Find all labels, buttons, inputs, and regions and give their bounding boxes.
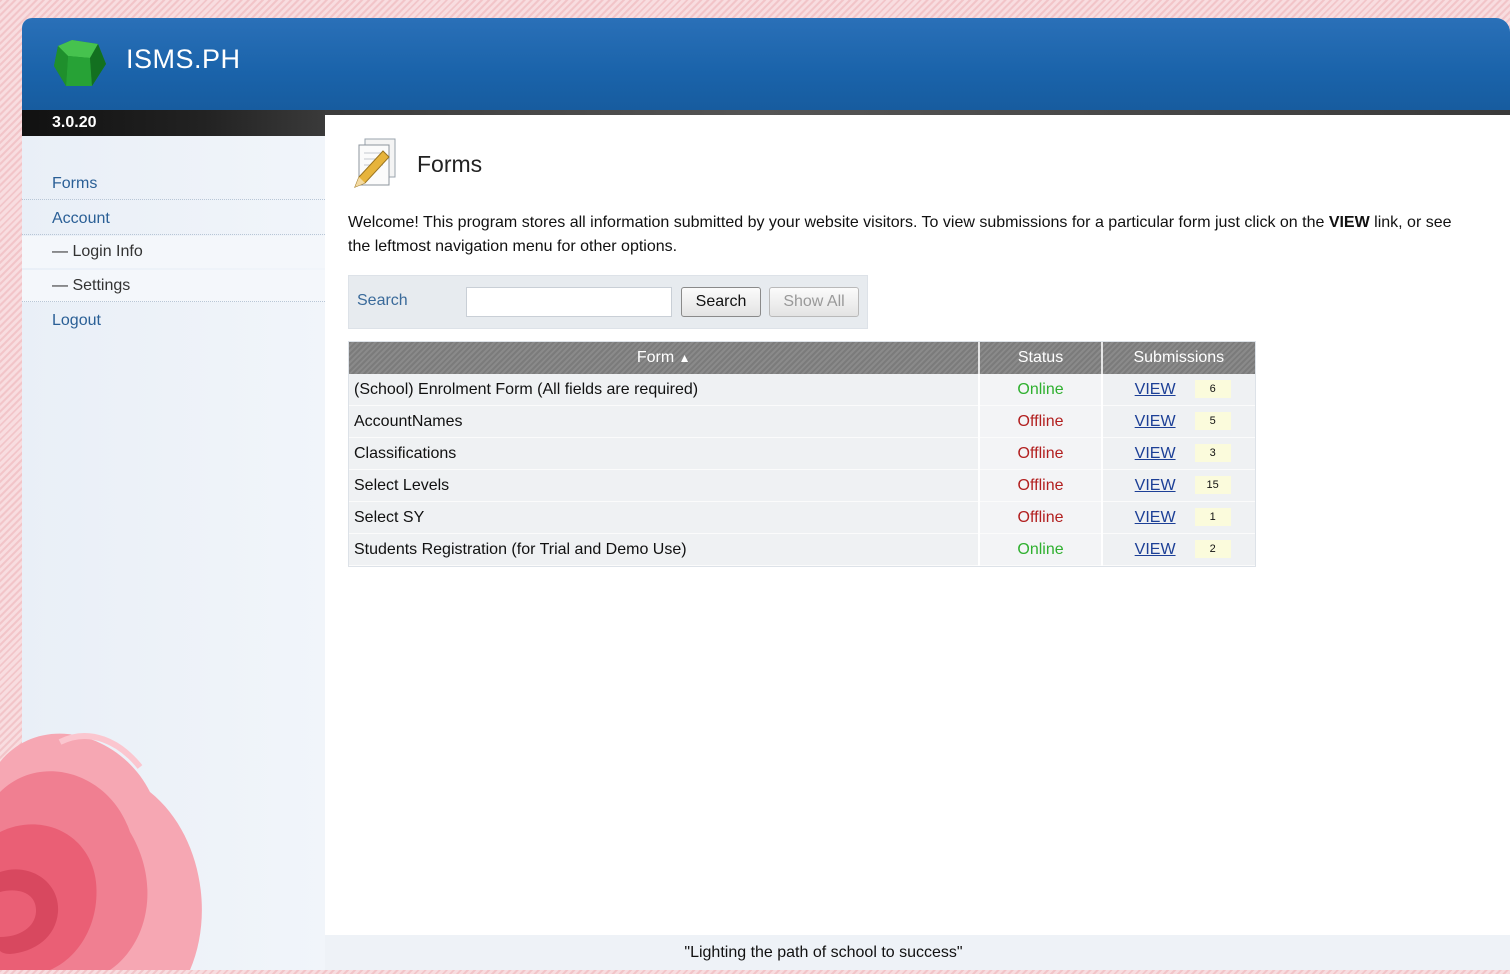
submissions-cell: VIEW 1 bbox=[1101, 501, 1255, 534]
intro-text-start: Welcome! This program stores all informa… bbox=[348, 214, 1329, 231]
table-row: AccountNames Offline VIEW 5 bbox=[349, 405, 1255, 438]
search-panel: Search Search Show All bbox=[348, 275, 868, 329]
sidebar-item-label: Login Info bbox=[72, 243, 143, 260]
sidebar-item-settings[interactable]: — Settings bbox=[22, 270, 325, 302]
dash-icon: — bbox=[52, 243, 73, 260]
status-offline: Offline bbox=[978, 501, 1103, 534]
view-link[interactable]: VIEW bbox=[1135, 509, 1176, 527]
search-button[interactable]: Search bbox=[681, 287, 761, 317]
forms-table: Form ▲ Status Submissions (School) Enrol… bbox=[348, 341, 1256, 567]
status-offline: Offline bbox=[978, 469, 1103, 502]
status-online: Online bbox=[978, 533, 1103, 566]
rose-decoration-icon bbox=[0, 722, 210, 970]
sidebar-item-account[interactable]: Account bbox=[22, 203, 325, 235]
column-header-form[interactable]: Form ▲ bbox=[349, 342, 981, 374]
sort-ascending-icon: ▲ bbox=[678, 351, 691, 365]
sidebar-item-login-info[interactable]: — Login Info bbox=[22, 236, 325, 268]
submission-count-badge: 5 bbox=[1194, 412, 1231, 431]
table-row: (School) Enrolment Form (All fields are … bbox=[349, 374, 1255, 406]
page-title: Forms bbox=[417, 151, 483, 177]
form-name-cell: Classifications bbox=[349, 437, 980, 470]
status-offline: Offline bbox=[978, 437, 1103, 470]
submissions-cell: VIEW 2 bbox=[1101, 533, 1255, 566]
footer: "Lighting the path of school to success" bbox=[325, 935, 1510, 970]
submissions-cell: VIEW 6 bbox=[1101, 374, 1255, 406]
form-name-cell: Select SY bbox=[349, 501, 980, 534]
search-input[interactable] bbox=[466, 287, 672, 317]
view-link[interactable]: VIEW bbox=[1135, 413, 1176, 431]
column-header-submissions[interactable]: Submissions bbox=[1101, 342, 1255, 374]
header-banner: ISMS.PH bbox=[22, 18, 1510, 110]
status-offline: Offline bbox=[978, 405, 1103, 438]
view-link[interactable]: VIEW bbox=[1135, 477, 1176, 495]
form-name-cell: Select Levels bbox=[349, 469, 980, 502]
search-label: Search bbox=[357, 292, 408, 309]
table-row: Select Levels Offline VIEW 15 bbox=[349, 469, 1255, 502]
submissions-cell: VIEW 3 bbox=[1101, 437, 1255, 470]
submissions-cell: VIEW 15 bbox=[1101, 469, 1255, 502]
column-header-form-label: Form bbox=[636, 349, 675, 366]
view-link[interactable]: VIEW bbox=[1135, 445, 1176, 463]
submission-count-badge: 2 bbox=[1194, 540, 1231, 559]
sidebar-item-logout[interactable]: Logout bbox=[22, 305, 325, 337]
dash-icon: — bbox=[52, 277, 73, 294]
intro-view-keyword: VIEW bbox=[1328, 214, 1370, 231]
status-online: Online bbox=[978, 374, 1103, 406]
view-link[interactable]: VIEW bbox=[1135, 381, 1176, 399]
forms-page-icon bbox=[349, 137, 405, 193]
intro-text: Welcome! This program stores all informa… bbox=[348, 211, 1468, 259]
table-row: Classifications Offline VIEW 3 bbox=[349, 437, 1255, 470]
sidebar-item-forms[interactable]: Forms bbox=[22, 168, 325, 200]
form-name-cell: (School) Enrolment Form (All fields are … bbox=[349, 374, 980, 406]
footer-tagline: "Lighting the path of school to success" bbox=[684, 944, 963, 961]
table-row: Select SY Offline VIEW 1 bbox=[349, 501, 1255, 534]
main-content: Forms Welcome! This program stores all i… bbox=[325, 115, 1510, 935]
column-header-status[interactable]: Status bbox=[979, 342, 1103, 374]
view-link[interactable]: VIEW bbox=[1135, 541, 1176, 559]
table-row: Students Registration (for Trial and Dem… bbox=[349, 533, 1255, 566]
submission-count-badge: 1 bbox=[1194, 508, 1231, 527]
form-name-cell: AccountNames bbox=[349, 405, 980, 438]
app-window: ISMS.PH 3.0.20 Forms Account — Login Inf… bbox=[22, 18, 1510, 970]
version-bar: 3.0.20 bbox=[22, 110, 325, 136]
submission-count-badge: 15 bbox=[1194, 476, 1231, 495]
logo-icon bbox=[50, 38, 110, 90]
app-title: ISMS.PH bbox=[126, 44, 241, 74]
table-header-row: Form ▲ Status Submissions bbox=[349, 342, 1255, 374]
submission-count-badge: 6 bbox=[1194, 380, 1231, 399]
sidebar-item-label: Settings bbox=[72, 277, 131, 294]
submission-count-badge: 3 bbox=[1194, 444, 1231, 463]
version-label: 3.0.20 bbox=[52, 114, 97, 131]
submissions-cell: VIEW 5 bbox=[1101, 405, 1255, 438]
show-all-button[interactable]: Show All bbox=[769, 287, 859, 317]
form-name-cell: Students Registration (for Trial and Dem… bbox=[349, 533, 980, 566]
